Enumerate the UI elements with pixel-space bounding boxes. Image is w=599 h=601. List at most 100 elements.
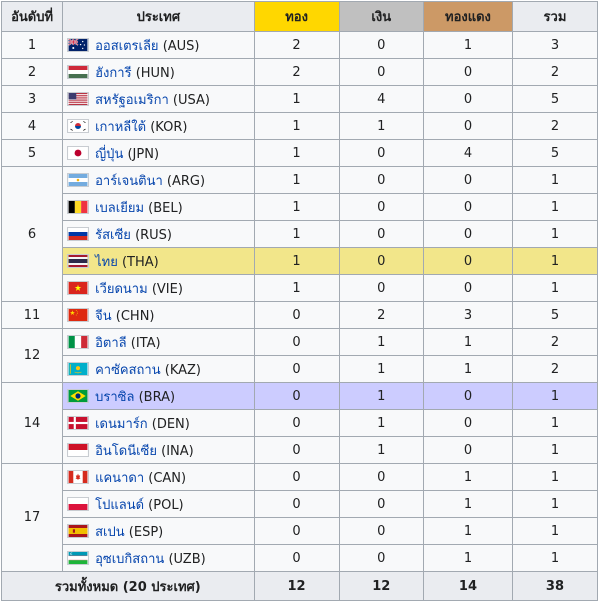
nation-code: (VIE) (152, 282, 183, 297)
south-korea-flag-icon[interactable] (67, 119, 89, 133)
rank-header[interactable]: อันดับที่ (2, 2, 63, 32)
header-row: อันดับที่ ประเทศ ทอง เงิน ทองแดง รวม (2, 2, 598, 32)
china-flag-icon[interactable] (67, 308, 89, 322)
total-cell: 5 (512, 86, 597, 113)
bronze-cell: 0 (424, 410, 513, 437)
brazil-flag-icon[interactable] (67, 389, 89, 403)
nation-link[interactable]: อินโดนีเซีย (95, 444, 157, 459)
russia-flag-icon[interactable] (67, 227, 89, 241)
nation-cell: สหรัฐอเมริกา (USA) (63, 86, 254, 113)
table-row: 5 ญี่ปุ่น (JPN) 1 0 4 5 (2, 140, 598, 167)
silver-cell: 0 (339, 32, 423, 59)
table-row: 17 แคนาดา (CAN) 0 0 1 1 (2, 464, 598, 491)
table-row: คาซัคสถาน (KAZ) 0 1 1 2 (2, 356, 598, 383)
poland-flag-icon[interactable] (67, 497, 89, 511)
nation-link[interactable]: รัสเซีย (95, 228, 131, 243)
total-cell: 2 (512, 113, 597, 140)
nation-cell: ไทย (THA) (63, 248, 254, 275)
silver-cell: 0 (339, 545, 423, 572)
italy-flag-icon[interactable] (67, 335, 89, 349)
gold-cell: 0 (254, 383, 339, 410)
nation-link[interactable]: เดนมาร์ก (95, 417, 148, 432)
silver-cell: 0 (339, 221, 423, 248)
nation-link[interactable]: อาร์เจนตินา (95, 174, 163, 189)
silver-cell: 1 (339, 356, 423, 383)
grand-total: 38 (512, 572, 597, 601)
uzbekistan-flag-icon[interactable] (67, 551, 89, 565)
medal-table: อันดับที่ ประเทศ ทอง เงิน ทองแดง รวม 1 อ… (1, 1, 598, 601)
bronze-cell: 0 (424, 167, 513, 194)
totals-row: รวมทั้งหมด (20 ประเทศ) 12 12 14 38 (2, 572, 598, 601)
bronze-header[interactable]: ทองแดง (424, 2, 513, 32)
belgium-flag-icon[interactable] (67, 200, 89, 214)
gold-total: 12 (254, 572, 339, 601)
nation-link[interactable]: เกาหลีใต้ (95, 120, 146, 135)
nation-code: (JPN) (127, 147, 159, 162)
gold-cell: 0 (254, 437, 339, 464)
kazakhstan-flag-icon[interactable] (67, 362, 89, 376)
gold-cell: 0 (254, 329, 339, 356)
silver-cell: 0 (339, 248, 423, 275)
rank-cell: 14 (2, 383, 63, 464)
nation-code: (POL) (148, 498, 183, 513)
gold-cell: 2 (254, 59, 339, 86)
silver-cell: 0 (339, 167, 423, 194)
total-header[interactable]: รวม (512, 2, 597, 32)
nation-cell: สเปน (ESP) (63, 518, 254, 545)
gold-cell: 0 (254, 356, 339, 383)
vietnam-flag-icon[interactable] (67, 281, 89, 295)
total-cell: 1 (512, 491, 597, 518)
thailand-flag-icon[interactable] (67, 254, 89, 268)
spain-flag-icon[interactable] (67, 524, 89, 538)
table-row: 6 อาร์เจนตินา (ARG) 1 0 0 1 (2, 167, 598, 194)
nation-link[interactable]: โปแลนด์ (95, 498, 144, 513)
total-cell: 2 (512, 59, 597, 86)
table-row: โปแลนด์ (POL) 0 0 1 1 (2, 491, 598, 518)
japan-flag-icon[interactable] (67, 146, 89, 160)
nation-link[interactable]: เวียดนาม (95, 282, 148, 297)
nation-link[interactable]: ออสเตรเลีย (95, 39, 158, 54)
table-row: อินโดนีเซีย (INA) 0 1 0 1 (2, 437, 598, 464)
nation-link[interactable]: สหรัฐอเมริกา (95, 93, 169, 108)
nation-cell: โปแลนด์ (POL) (63, 491, 254, 518)
nation-code: (USA) (173, 93, 210, 108)
australia-flag-icon[interactable] (67, 38, 89, 52)
bronze-cell: 0 (424, 113, 513, 140)
nation-cell: อิตาลี (ITA) (63, 329, 254, 356)
nation-link[interactable]: สเปน (95, 525, 125, 540)
gold-cell: 0 (254, 464, 339, 491)
indonesia-flag-icon[interactable] (67, 443, 89, 457)
hungary-flag-icon[interactable] (67, 65, 89, 79)
bronze-cell: 1 (424, 545, 513, 572)
usa-flag-icon[interactable] (67, 92, 89, 106)
denmark-flag-icon[interactable] (67, 416, 89, 430)
nation-link[interactable]: ฮังการี (95, 66, 131, 81)
gold-cell: 0 (254, 302, 339, 329)
gold-cell: 1 (254, 221, 339, 248)
canada-flag-icon[interactable] (67, 470, 89, 484)
nation-link[interactable]: อุซเบกิสถาน (95, 552, 164, 567)
nation-link[interactable]: จีน (95, 309, 112, 324)
total-cell: 1 (512, 194, 597, 221)
bronze-cell: 0 (424, 437, 513, 464)
nation-link[interactable]: แคนาดา (95, 471, 144, 486)
total-cell: 3 (512, 32, 597, 59)
gold-cell: 1 (254, 194, 339, 221)
nation-link[interactable]: ญี่ปุ่น (95, 147, 123, 162)
table-row: 2 ฮังการี (HUN) 2 0 0 2 (2, 59, 598, 86)
nation-link[interactable]: คาซัคสถาน (95, 363, 161, 378)
silver-header[interactable]: เงิน (339, 2, 423, 32)
nation-link[interactable]: อิตาลี (95, 336, 127, 351)
nation-code: (BEL) (148, 201, 183, 216)
silver-cell: 1 (339, 383, 423, 410)
gold-cell: 1 (254, 248, 339, 275)
table-row: เวียดนาม (VIE) 1 0 0 1 (2, 275, 598, 302)
total-cell: 1 (512, 248, 597, 275)
nation-link[interactable]: ไทย (95, 255, 118, 270)
nation-link[interactable]: เบลเยียม (95, 201, 144, 216)
gold-header[interactable]: ทอง (254, 2, 339, 32)
nation-cell: จีน (CHN) (63, 302, 254, 329)
argentina-flag-icon[interactable] (67, 173, 89, 187)
nation-link[interactable]: บราซิล (95, 390, 134, 405)
nation-header[interactable]: ประเทศ (63, 2, 254, 32)
